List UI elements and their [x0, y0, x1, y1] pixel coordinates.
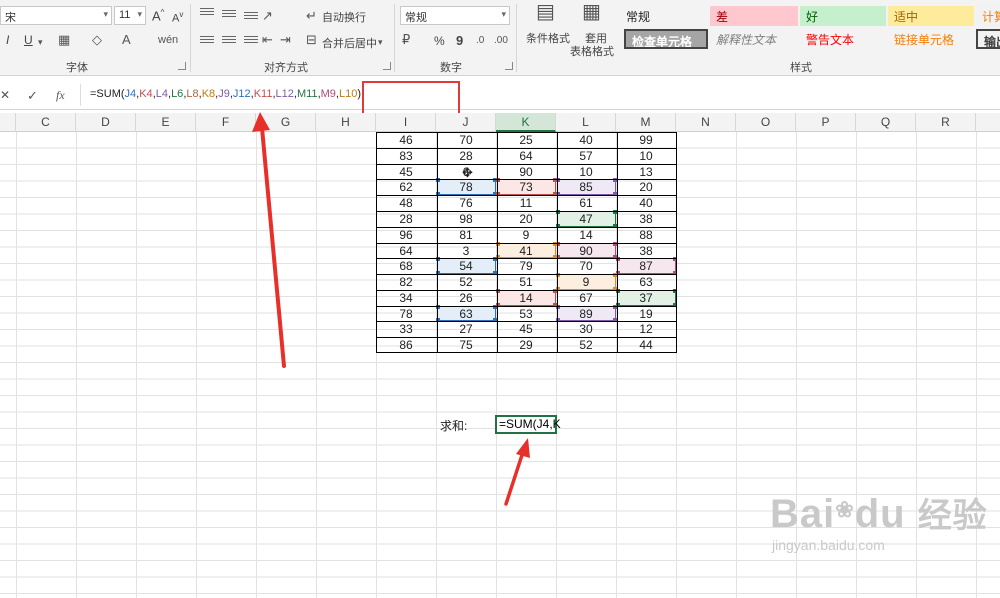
watermark-brand-2: du	[854, 492, 906, 536]
watermark-brand: Bai	[770, 492, 836, 536]
paw-icon: ❀	[835, 497, 855, 522]
watermark-brand-cn: 经验	[917, 497, 988, 535]
arrow-up-to-formula	[252, 112, 286, 368]
watermark-url: jingyan.baidu.com	[772, 537, 885, 553]
excel-window: { "ribbon": { "font_name": "宋", "font_si…	[0, 0, 1000, 598]
arrow-up-to-cell	[504, 438, 530, 506]
baidu-watermark: Bai❀du 经验 jingyan.baidu.com	[770, 488, 988, 553]
